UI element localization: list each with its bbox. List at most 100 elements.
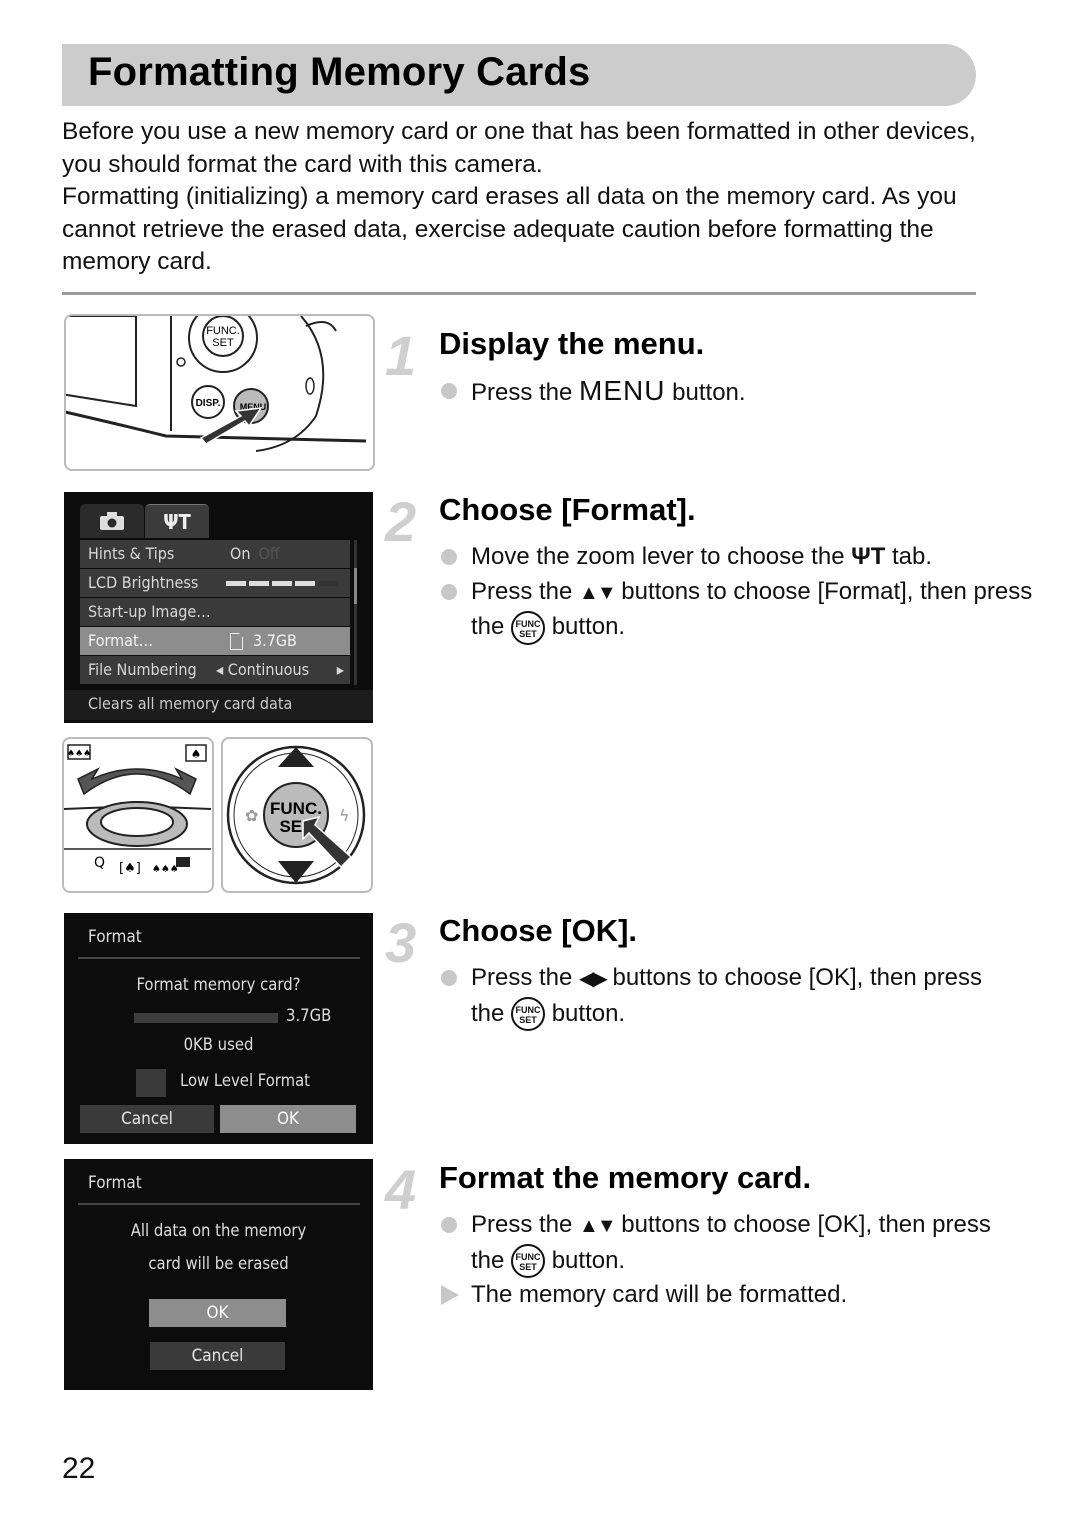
menu-item-file-numbering[interactable]: File Numbering ◂ Continuous ▸: [80, 656, 350, 684]
bullet-text: Press the: [471, 577, 580, 605]
brightness-segment: [318, 581, 338, 586]
menu-item-value: ◂ Continuous: [216, 660, 310, 679]
bullet-dot-icon: [441, 383, 457, 399]
dialog-title: Format: [88, 1173, 142, 1193]
step-bullet: Press the ▲▼ buttons to choose [Format],…: [439, 575, 1039, 645]
result-text: The memory card will be formatted.: [471, 1281, 848, 1309]
step-bullets: Press the MENU button.: [439, 374, 999, 411]
menu-item-value: 3.7GB: [253, 631, 297, 650]
step-number: 4: [385, 1158, 417, 1221]
svg-text:SET: SET: [212, 337, 234, 349]
step-title: Choose [Format].: [439, 492, 696, 527]
step-bullet: Press the ◀▶ buttons to choose [OK], the…: [439, 961, 999, 1032]
intro-paragraph: Formatting (initializing) a memory card …: [62, 183, 957, 275]
svg-text:DISP.: DISP.: [196, 398, 221, 409]
menu-item-label: File Numbering: [88, 660, 197, 679]
brightness-segment: [272, 581, 292, 586]
bullet-text: Press the: [471, 1211, 580, 1238]
tools-tab-icon: ΨT: [851, 543, 886, 570]
card-capacity: 3.7GB: [286, 1006, 332, 1025]
cancel-button[interactable]: Cancel: [80, 1105, 214, 1133]
bullet-text: button.: [545, 1246, 626, 1274]
control-dial-icon: FUNC. SET ✿ ϟ: [226, 745, 366, 885]
camera-illustration-icon: FUNC. SET DISP. MENU: [66, 316, 367, 452]
step-bullet: Press the ▲▼ buttons to choose [OK], the…: [439, 1208, 999, 1279]
menu-item-label: LCD Brightness: [88, 573, 199, 592]
title-bar: Formatting Memory Cards: [62, 44, 976, 106]
dialog-question: Format memory card?: [136, 975, 301, 994]
bullet-dot-icon: [441, 970, 457, 986]
arrow-right-icon: ▸: [336, 660, 344, 679]
bullet-dot-icon: [441, 1217, 457, 1233]
svg-text:♠♠♠: ♠♠♠: [152, 864, 179, 875]
menu-item-label: Start-up Image…: [88, 602, 211, 621]
tab-settings[interactable]: ΨT: [145, 504, 209, 538]
step-number: 3: [385, 911, 417, 974]
step-result: The memory card will be formatted.: [439, 1278, 999, 1313]
step-number: 1: [385, 324, 417, 387]
step-title: Display the menu.: [439, 326, 705, 361]
up-down-arrows-icon: ▲▼: [579, 1215, 617, 1237]
menu-item-lcd-brightness[interactable]: LCD Brightness: [80, 569, 350, 597]
camera-menu-screen: ΨT Hints & Tips On Off LCD Brightness Sta…: [64, 492, 373, 723]
page-number: 22: [62, 1452, 96, 1485]
step-bullets: Move the zoom lever to choose the ΨT tab…: [439, 540, 1039, 645]
tab-shooting[interactable]: [80, 504, 144, 538]
svg-text:FUNC.: FUNC.: [270, 799, 322, 818]
func-set-button-icon: FUNC SET: [511, 997, 546, 1032]
menu-list: Hints & Tips On Off LCD Brightness Start-…: [80, 540, 350, 685]
menu-item-label: Hints & Tips: [88, 544, 175, 563]
step-bullets: Press the ◀▶ buttons to choose [OK], the…: [439, 961, 999, 1032]
brightness-slider[interactable]: [226, 581, 338, 586]
step-bullet: Press the MENU button.: [439, 374, 999, 411]
intro-text: Before you use a new memory card or one …: [62, 116, 982, 279]
step-number: 2: [385, 490, 417, 553]
cancel-button[interactable]: Cancel: [150, 1342, 285, 1370]
menu-item-hints-tips[interactable]: Hints & Tips On Off: [80, 540, 350, 568]
dialog-title: Format: [88, 927, 142, 947]
brightness-segment: [249, 581, 269, 586]
menu-item-label: Format…: [88, 631, 154, 650]
low-level-format-label: Low Level Format: [180, 1071, 310, 1090]
bullet-text: tab.: [885, 543, 932, 570]
brightness-segment: [295, 581, 315, 586]
ok-button[interactable]: OK: [220, 1105, 356, 1133]
menu-item-format[interactable]: Format… 3.7GB: [80, 627, 350, 655]
func-set-button-icon: FUNC SET: [511, 610, 546, 645]
memory-card-icon: [230, 633, 243, 650]
card-usage-bar: [134, 1013, 278, 1023]
menu-button-icon: MENU: [579, 375, 666, 406]
step-title: Choose [OK].: [439, 913, 638, 948]
dialog-message: card will be erased: [148, 1254, 289, 1273]
svg-text:♠: ♠: [191, 747, 202, 761]
bullet-text: button.: [665, 379, 746, 406]
svg-text:Q: Q: [94, 855, 105, 871]
menu-item-value-dim: Off: [258, 544, 280, 563]
left-right-arrows-icon: ◀▶: [579, 968, 608, 990]
intro-paragraph: Before you use a new memory card or one …: [62, 118, 976, 178]
step-bullet: Move the zoom lever to choose the ΨT tab…: [439, 540, 1039, 575]
result-arrow-icon: [441, 1285, 459, 1306]
bullet-dot-icon: [441, 549, 457, 565]
svg-text:[♠]: [♠]: [119, 861, 141, 876]
step-bullets: Press the ▲▼ buttons to choose [OK], the…: [439, 1208, 999, 1313]
bullet-text: Move the zoom lever to choose the: [471, 543, 852, 570]
dialog-message: All data on the memory: [130, 1221, 307, 1240]
menu-help-text: Clears all memory card data: [64, 690, 373, 720]
ok-button[interactable]: OK: [149, 1299, 286, 1327]
scrollbar-thumb[interactable]: [354, 568, 357, 604]
step-title: Format the memory card.: [439, 1160, 812, 1195]
svg-text:✿: ✿: [245, 806, 258, 825]
page-title: Formatting Memory Cards: [88, 50, 591, 94]
bullet-text: button.: [545, 613, 626, 640]
menu-scrollbar[interactable]: [354, 540, 357, 685]
low-level-format-checkbox[interactable]: [136, 1069, 166, 1097]
menu-tabs: ΨT: [80, 504, 355, 538]
dialog-title-divider: [78, 957, 360, 959]
format-confirm-screen: Format All data on the memory card will …: [64, 1159, 373, 1390]
menu-item-value: On: [230, 544, 251, 563]
menu-item-startup-image[interactable]: Start-up Image…: [80, 598, 350, 626]
bullet-dot-icon: [441, 583, 457, 600]
camera-icon: [100, 512, 124, 530]
zoom-lever-icon: ♠♠♠ ♠ Q [♠] ♠♠♠: [63, 744, 212, 876]
